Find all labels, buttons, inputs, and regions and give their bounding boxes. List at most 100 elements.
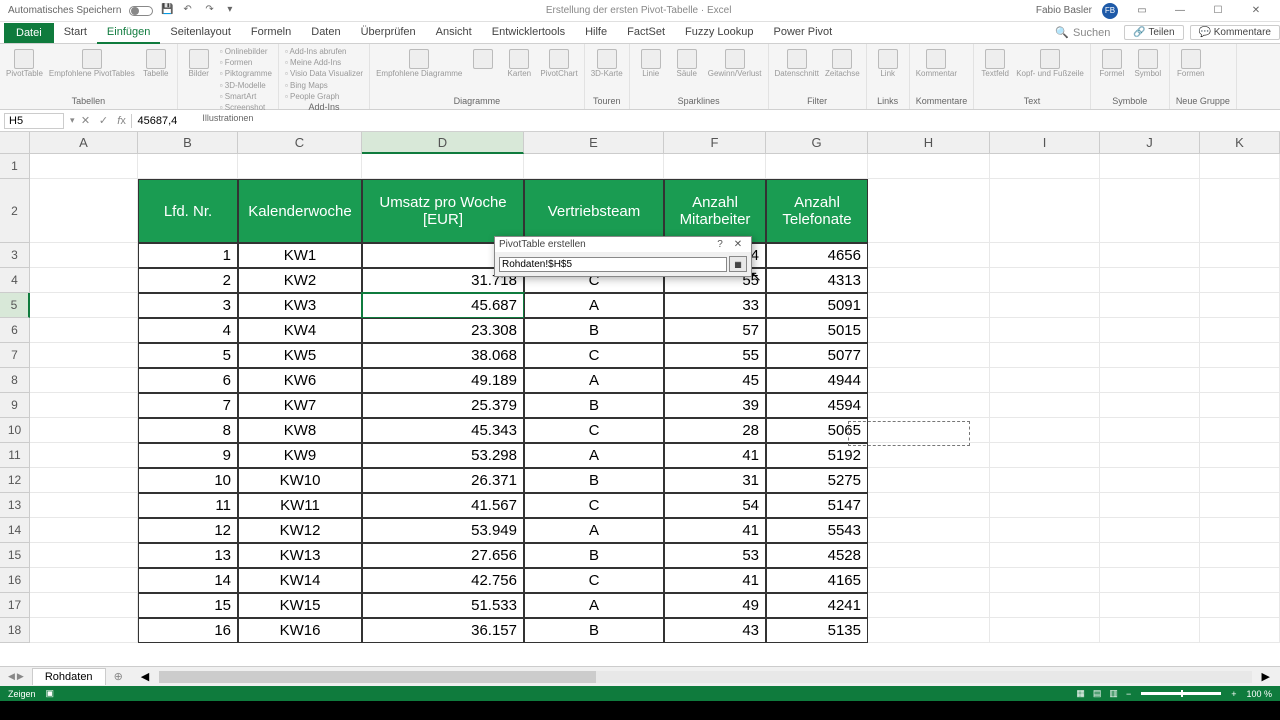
cell-J11[interactable] (1100, 443, 1200, 468)
cell-D9[interactable]: 25.379 (362, 393, 524, 418)
cell-E14[interactable]: A (524, 518, 664, 543)
sheet-tab-rohdaten[interactable]: Rohdaten (32, 668, 106, 685)
ribbon-btn-linie[interactable]: Linie (636, 46, 666, 79)
maximize-icon[interactable]: ☐ (1204, 1, 1232, 21)
cell-C11[interactable]: KW9 (238, 443, 362, 468)
cell-C14[interactable]: KW12 (238, 518, 362, 543)
cell-B16[interactable]: 14 (138, 568, 238, 593)
ribbon-btn-empfohlene-pivottables[interactable]: Empfohlene PivotTables (49, 46, 135, 79)
cell-J17[interactable] (1100, 593, 1200, 618)
sheet-nav-prev-icon[interactable]: ◀ (8, 671, 15, 682)
cell-A18[interactable] (30, 618, 138, 643)
cell-B11[interactable]: 9 (138, 443, 238, 468)
select-all-corner[interactable] (0, 132, 30, 154)
ribbon-options-icon[interactable]: ▭ (1128, 1, 1156, 21)
cell-D14[interactable]: 53.949 (362, 518, 524, 543)
sheet-nav-next-icon[interactable]: ▶ (17, 671, 24, 682)
col-header-H[interactable]: H (868, 132, 990, 154)
col-header-K[interactable]: K (1200, 132, 1280, 154)
cell-B8[interactable]: 6 (138, 368, 238, 393)
view-layout-icon[interactable]: ▤ (1093, 688, 1102, 699)
ribbon-btn--d-karte[interactable]: 3D-Karte (591, 46, 623, 79)
cell-E9[interactable]: B (524, 393, 664, 418)
cell-I14[interactable] (990, 518, 1100, 543)
cell-B10[interactable]: 8 (138, 418, 238, 443)
cell-F11[interactable]: 41 (664, 443, 766, 468)
ribbon-btn-tabelle[interactable]: Tabelle (141, 46, 171, 79)
cell-J5[interactable] (1100, 293, 1200, 318)
cell-C16[interactable]: KW14 (238, 568, 362, 593)
cell-J3[interactable] (1100, 243, 1200, 268)
cell-K9[interactable] (1200, 393, 1280, 418)
cell-J10[interactable] (1100, 418, 1200, 443)
cell-A9[interactable] (30, 393, 138, 418)
cell-G5[interactable]: 5091 (766, 293, 868, 318)
ribbon-small-visio-data-visualizer[interactable]: ▫ Visio Data Visualizer (285, 68, 363, 79)
cell-D6[interactable]: 23.308 (362, 318, 524, 343)
cell-C3[interactable]: KW1 (238, 243, 362, 268)
undo-icon[interactable]: ↶ (183, 4, 197, 18)
cell-A5[interactable] (30, 293, 138, 318)
cell-H1[interactable] (868, 154, 990, 179)
col-header-C[interactable]: C (238, 132, 362, 154)
tab-start[interactable]: Start (54, 22, 97, 44)
row-header-4[interactable]: 4 (0, 268, 30, 293)
cell-F10[interactable]: 28 (664, 418, 766, 443)
ribbon-btn-gewinn-verlust[interactable]: Gewinn/Verlust (708, 46, 762, 79)
cell-D17[interactable]: 51.533 (362, 593, 524, 618)
cell-H14[interactable] (868, 518, 990, 543)
cell-A4[interactable] (30, 268, 138, 293)
cell-H16[interactable] (868, 568, 990, 593)
cell-G13[interactable]: 5147 (766, 493, 868, 518)
ribbon-btn-zeitachse[interactable]: Zeitachse (825, 46, 860, 79)
cell-G17[interactable]: 4241 (766, 593, 868, 618)
cell-D18[interactable]: 36.157 (362, 618, 524, 643)
cell-A11[interactable] (30, 443, 138, 468)
cell-K17[interactable] (1200, 593, 1280, 618)
tab-ansicht[interactable]: Ansicht (426, 22, 482, 44)
cell-A12[interactable] (30, 468, 138, 493)
cell-C2[interactable]: Kalenderwoche (238, 179, 362, 243)
cell-F17[interactable]: 49 (664, 593, 766, 618)
row-header-14[interactable]: 14 (0, 518, 30, 543)
cell-A1[interactable] (30, 154, 138, 179)
tab-einfügen[interactable]: Einfügen (97, 22, 160, 44)
autosave-toggle[interactable] (129, 6, 153, 16)
cell-I10[interactable] (990, 418, 1100, 443)
zoom-in-icon[interactable]: + (1231, 689, 1236, 699)
cell-E13[interactable]: C (524, 493, 664, 518)
tab-seitenlayout[interactable]: Seitenlayout (160, 22, 241, 44)
cell-A13[interactable] (30, 493, 138, 518)
cell-J4[interactable] (1100, 268, 1200, 293)
col-header-J[interactable]: J (1100, 132, 1200, 154)
cell-K13[interactable] (1200, 493, 1280, 518)
grid[interactable]: Lfd. Nr.KalenderwocheUmsatz pro Woche [E… (30, 154, 1280, 687)
cell-K16[interactable] (1200, 568, 1280, 593)
minimize-icon[interactable]: — (1166, 1, 1194, 21)
cell-B17[interactable]: 15 (138, 593, 238, 618)
cell-E17[interactable]: A (524, 593, 664, 618)
col-header-D[interactable]: D (362, 132, 524, 154)
macro-record-icon[interactable]: ▣ (46, 688, 55, 699)
comments-button[interactable]: 💬 Kommentare (1190, 25, 1280, 40)
cell-H11[interactable] (868, 443, 990, 468)
cell-K10[interactable] (1200, 418, 1280, 443)
cell-B6[interactable]: 4 (138, 318, 238, 343)
cell-F2[interactable]: Anzahl Mitarbeiter (664, 179, 766, 243)
cell-E2[interactable]: Vertriebsteam (524, 179, 664, 243)
cell-E18[interactable]: B (524, 618, 664, 643)
cell-I4[interactable] (990, 268, 1100, 293)
cell-I13[interactable] (990, 493, 1100, 518)
ribbon-btn-pivotchart[interactable]: PivotChart (540, 46, 577, 79)
cell-D15[interactable]: 27.656 (362, 543, 524, 568)
ribbon-btn-symbol[interactable]: Symbol (1133, 46, 1163, 79)
col-header-A[interactable]: A (30, 132, 138, 154)
cell-C9[interactable]: KW7 (238, 393, 362, 418)
formula-input[interactable]: 45687,4 (131, 114, 1280, 128)
tab-daten[interactable]: Daten (301, 22, 350, 44)
cell-K12[interactable] (1200, 468, 1280, 493)
cell-I12[interactable] (990, 468, 1100, 493)
cell-E12[interactable]: B (524, 468, 664, 493)
cell-K4[interactable] (1200, 268, 1280, 293)
cell-A7[interactable] (30, 343, 138, 368)
